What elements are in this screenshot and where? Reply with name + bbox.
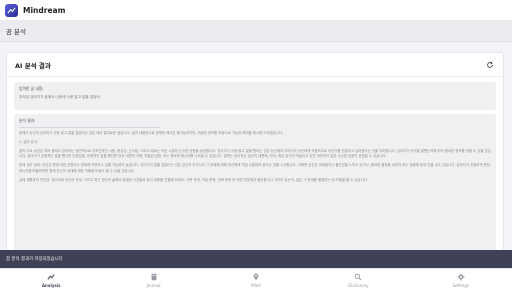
settings-icon <box>457 272 465 281</box>
nav-item-journal[interactable]: Journal <box>102 269 204 291</box>
result-paragraph: 실제 생활과의 연관성: 강아지와 당신의 관계, 그리고 최근 당신의 삶에서… <box>19 177 368 182</box>
nav-label-mind: Mind <box>251 282 261 288</box>
result-paragraph: 꿈의 주요 상징은 여러 꿈에서 강아지는 일반적으로 무조건적인 사랑, 충성… <box>19 148 491 159</box>
analysis-icon <box>47 273 55 281</box>
app-title: Mindream <box>23 5 66 15</box>
result-paragraph: 꿈에서 당신의 강아지가 사랑 말고 말을 걸었다는 것은 매우 흥미로운 꿈입… <box>19 131 284 135</box>
result-label: 분석 결과: <box>19 118 36 123</box>
toast-text: 꿈 분석 결과가 저장되었습니다 <box>6 257 63 262</box>
refresh-icon[interactable] <box>485 60 495 70</box>
nav-item-dictionary[interactable]: Dictionary <box>307 269 409 291</box>
mind-icon <box>252 273 260 281</box>
toast-snackbar: 꿈 분석 결과가 저장되었습니다 <box>0 250 512 268</box>
card-title: AI 분석 결과 <box>15 61 51 70</box>
nav-label-journal: Journal <box>146 282 161 288</box>
nav-item-mind[interactable]: Mind <box>205 269 307 291</box>
page-header: 꿈 분석 <box>0 20 512 42</box>
result-heading: 1. 심리 분석: <box>19 139 39 144</box>
dream-input-box: 입력한 꿈 내용: 우리집 강아지가 꿈에서 나한테 사랑 말고 말을 걸었어. <box>14 82 496 110</box>
result-paragraph: 현재 심리 상태: 당신은 현재 어떤 감정이나 문제에 직면하고 있을 가능성… <box>19 163 490 173</box>
input-label: 입력한 꿈 내용: <box>19 86 44 91</box>
nav-label-settings: Settings <box>452 282 470 288</box>
card-body: 입력한 꿈 내용: 우리집 강아지가 꿈에서 나한테 사랑 말고 말을 걸었어.… <box>7 77 503 256</box>
app-bar: Mindream <box>0 0 512 20</box>
journal-icon <box>150 273 158 281</box>
page-title: 꿈 분석 <box>6 27 27 36</box>
nav-item-settings[interactable]: Settings <box>410 269 512 291</box>
card-header: AI 분석 결과 <box>7 53 503 77</box>
divider <box>19 127 161 128</box>
nav-item-analysis[interactable]: Analysis <box>0 269 102 291</box>
nav-label-dictionary: Dictionary <box>348 282 369 288</box>
input-text: 우리집 강아지가 꿈에서 나한테 사랑 말고 말을 걸었어. <box>19 95 101 99</box>
bottom-navigation: Analysis Journal Mind Dictionary Setting… <box>0 268 512 291</box>
app-logo-icon <box>5 3 18 17</box>
nav-label-analysis: Analysis <box>41 282 61 288</box>
dictionary-icon <box>354 273 362 281</box>
analysis-result-box: 분석 결과: 꿈에서 당신의 강아지가 사랑 말고 말을 걸었다는 것은 매우 … <box>14 114 496 256</box>
analysis-result-card: AI 분석 결과 입력한 꿈 내용: 우리집 강아지가 꿈에서 나한테 사랑 말… <box>6 52 504 257</box>
